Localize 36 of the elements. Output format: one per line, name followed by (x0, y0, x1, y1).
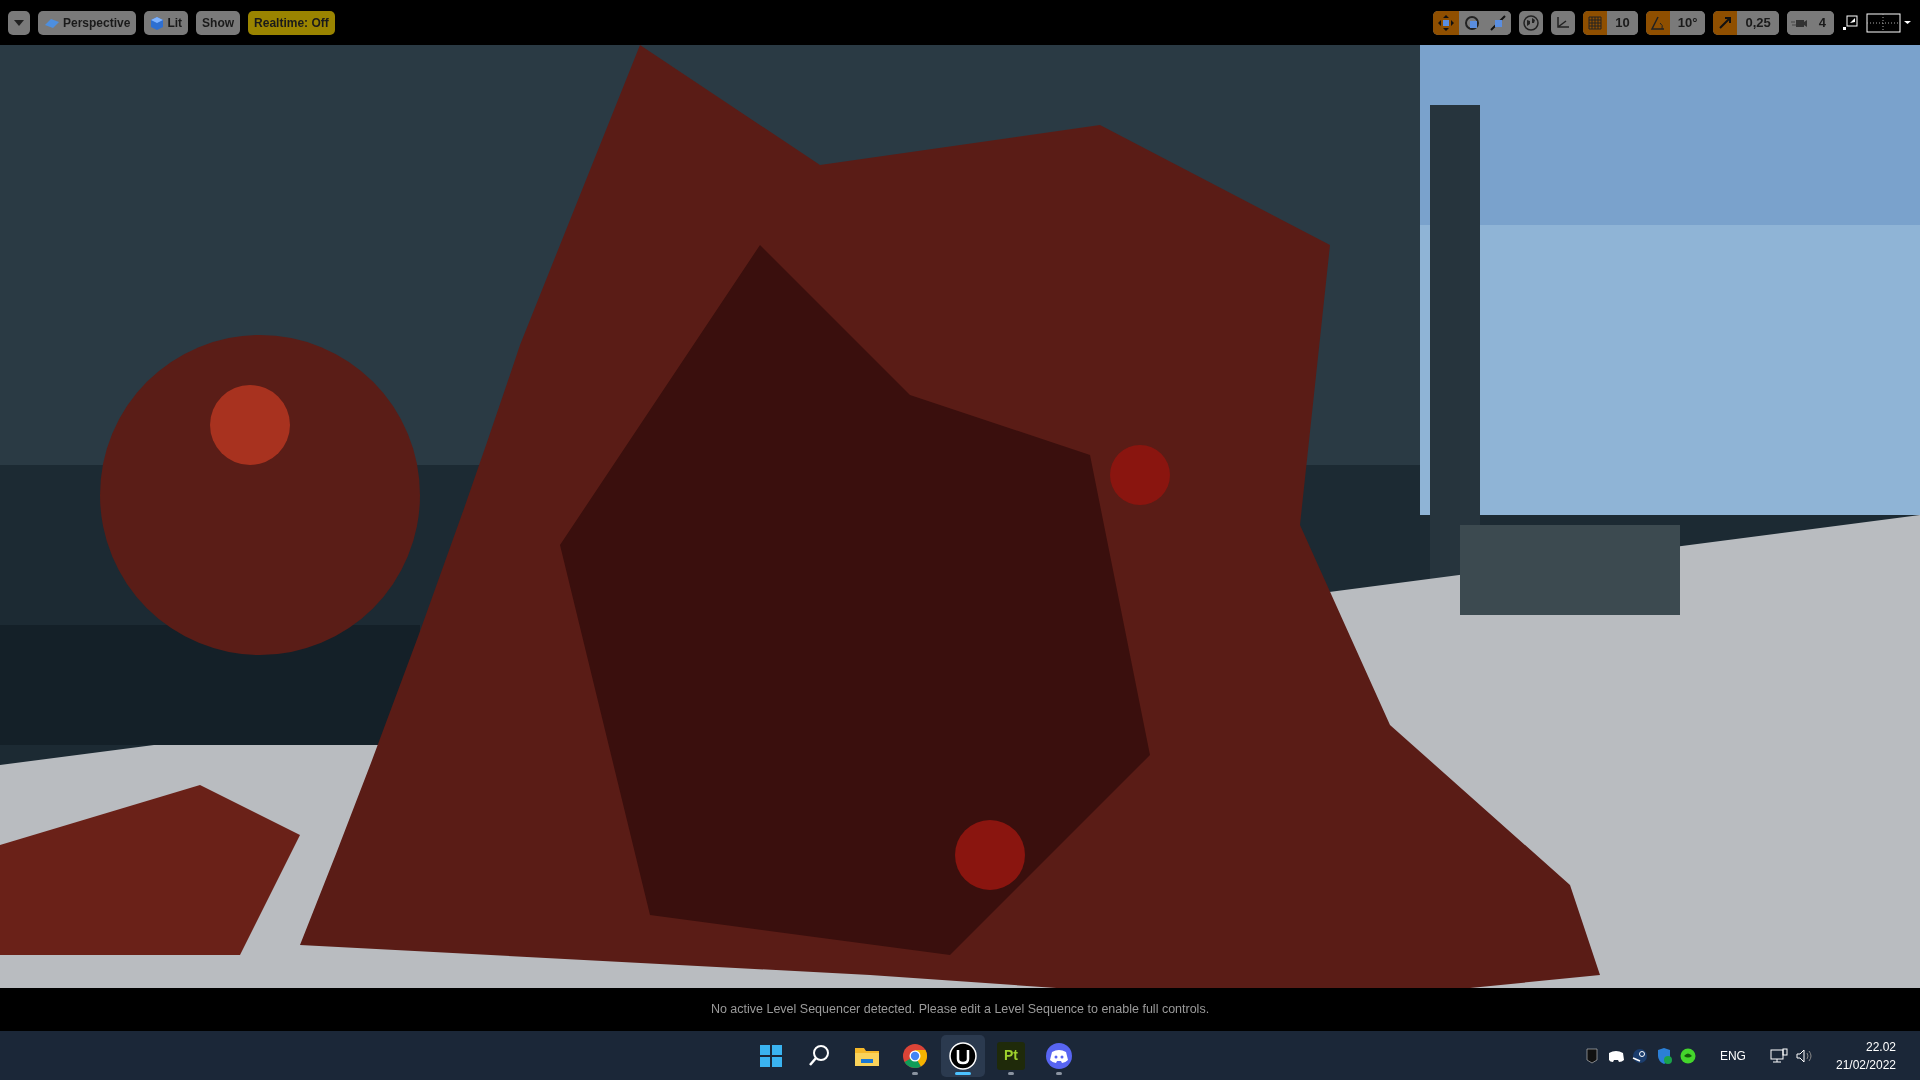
cube-icon (150, 15, 165, 30)
angle-snap-button[interactable] (1645, 10, 1670, 35)
rotate-icon (1463, 13, 1482, 32)
shield-badge-icon (1583, 1047, 1600, 1064)
status-message: No active Level Sequencer detected. Please edit a Level Sequence to enable full controls. (710, 1001, 1210, 1019)
menu-button[interactable] (8, 10, 30, 35)
speaker-icon (1795, 1047, 1812, 1064)
globe-icon (1523, 14, 1540, 31)
maximize-icon (1842, 14, 1858, 31)
language-indicator[interactable]: ENG (1719, 1046, 1746, 1065)
taskbar-app[interactable]: Pt (988, 1034, 1033, 1077)
layout-icon (1866, 12, 1912, 33)
clock-date[interactable]: 21/02/2022 (1835, 1055, 1896, 1074)
grid-icon (1587, 14, 1604, 31)
app-logo: Pt (996, 1041, 1025, 1070)
scale-icon (1489, 13, 1508, 32)
browser-icon (900, 1041, 929, 1070)
toolbar-button[interactable]: Perspective (38, 10, 137, 35)
circle-logo-icon (948, 1041, 977, 1070)
caret-icon (14, 19, 24, 26)
toolbar-button[interactable]: Lit (144, 10, 189, 35)
grid-snap-button[interactable] (1583, 10, 1608, 35)
translate-tool-button[interactable] (1433, 10, 1460, 35)
taskbar-app[interactable] (940, 1034, 985, 1077)
toolbar-button[interactable]: Realtime: Off (248, 10, 335, 35)
perspective-icon (44, 16, 60, 29)
network-icon (1769, 1047, 1788, 1064)
scale-snap-button[interactable] (1713, 10, 1738, 35)
scale-arrow-icon (1717, 14, 1734, 31)
axes-icon (1555, 14, 1572, 31)
toolbar-button[interactable]: Show (196, 10, 241, 35)
shield-check-icon (1655, 1047, 1672, 1064)
steam-icon (1631, 1047, 1648, 1064)
angle-icon (1649, 14, 1666, 31)
move-icon (1437, 13, 1456, 32)
clock-time[interactable]: 22.02 (1866, 1037, 1896, 1056)
